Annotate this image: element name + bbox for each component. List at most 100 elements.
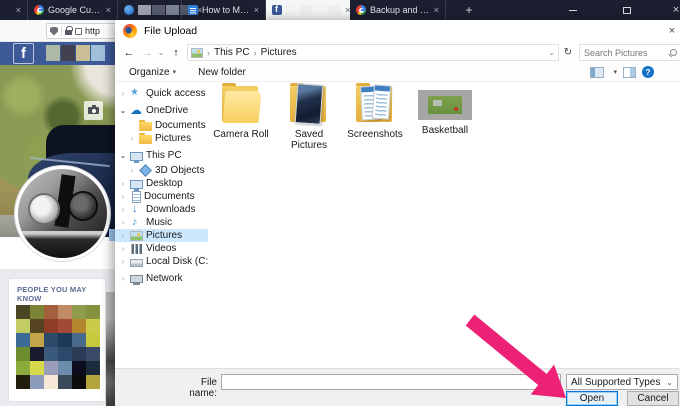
tree-item-network[interactable]: › Network	[115, 272, 208, 285]
tree-label: Network	[146, 273, 183, 284]
blurred-suggested-friend-photo[interactable]	[16, 305, 100, 389]
new-folder-button[interactable]: New folder	[198, 67, 246, 78]
browser-tab-bar: × Google Custom Search × × How to Move P…	[0, 0, 680, 20]
tree-item-local-disk-c[interactable]: › Local Disk (C:)	[115, 255, 208, 268]
tree-item-this-pc[interactable]: ⌄ This PC	[115, 149, 208, 163]
expander-icon[interactable]: ›	[119, 244, 127, 253]
tree-label: Documents	[144, 191, 195, 202]
search-icon	[670, 49, 677, 56]
url-bar[interactable]: http	[46, 23, 118, 39]
address-dropdown-icon[interactable]: ⌄	[548, 48, 555, 57]
tree-item-documents[interactable]: › Documents	[115, 190, 208, 203]
window-maximize-button[interactable]	[610, 0, 644, 20]
tree-item-pictures-selected[interactable]: › Pictures	[115, 229, 208, 242]
file-type-dropdown[interactable]: All Supported Types ⌄	[566, 374, 678, 390]
window-minimize-button[interactable]	[556, 0, 590, 20]
car-headlight-right	[70, 193, 96, 219]
tree-item-downloads[interactable]: › Downloads	[115, 203, 208, 216]
desktop-icon	[130, 179, 143, 191]
tree-item-onedrive-documents[interactable]: Documents	[115, 119, 208, 132]
update-cover-photo-camera-icon[interactable]	[84, 101, 103, 120]
profile-picture[interactable]	[15, 166, 110, 261]
expander-icon[interactable]: ›	[119, 231, 127, 240]
tab-google-custom-search[interactable]: Google Custom Search ×	[28, 0, 118, 20]
dialog-close-icon[interactable]: ×	[665, 25, 679, 37]
tab-partial[interactable]: ×	[0, 0, 28, 20]
cancel-button[interactable]: Cancel	[627, 391, 679, 406]
tab-close-icon[interactable]: ×	[106, 5, 111, 15]
expander-icon[interactable]: ›	[119, 218, 127, 227]
tree-label: Downloads	[146, 204, 196, 215]
chevron-down-icon: ⌄	[666, 377, 673, 387]
tracking-shield-icon[interactable]	[50, 26, 58, 36]
permissions-icon[interactable]	[75, 27, 82, 35]
breadcrumb-this-pc[interactable]: This PC	[214, 47, 250, 58]
search-box[interactable]	[579, 44, 680, 61]
3d-objects-icon	[139, 163, 152, 177]
tab-redacted[interactable]: ×	[118, 0, 202, 20]
expander-icon[interactable]: ›	[119, 257, 127, 266]
new-tab-button[interactable]: +	[456, 0, 482, 20]
back-button[interactable]: ←	[119, 47, 139, 59]
file-name-input[interactable]	[221, 374, 561, 390]
tab-title: Backup and Delete iPhon	[370, 5, 430, 15]
tab-close-icon[interactable]: ×	[16, 5, 21, 15]
documents-icon	[132, 190, 141, 203]
screenshot-stage: × Google Custom Search × × How to Move P…	[0, 0, 680, 406]
preview-pane-icon[interactable]	[623, 66, 636, 78]
folder-with-screens-icon	[353, 82, 397, 126]
search-input[interactable]	[584, 47, 670, 58]
expander-icon[interactable]: ›	[119, 205, 127, 214]
tree-item-desktop[interactable]: › Desktop	[115, 177, 208, 191]
downloads-icon	[130, 203, 143, 216]
recent-locations-dropdown-icon[interactable]: ⌄	[155, 48, 167, 57]
expander-icon[interactable]: ⌄	[119, 106, 127, 115]
dialog-title-bar: File Upload ×	[115, 20, 680, 42]
tree-label: OneDrive	[146, 105, 189, 116]
tree-item-onedrive-pictures[interactable]: › Pictures	[115, 132, 208, 145]
tab-how-to-move-photos[interactable]: How to Move Photos to ×	[182, 0, 266, 20]
file-label: Saved Pictures	[290, 129, 328, 151]
open-button[interactable]: Open	[566, 391, 618, 406]
expander-icon[interactable]: ⌄	[119, 151, 127, 160]
expander-icon[interactable]: ›	[119, 192, 127, 201]
folder-camera-roll[interactable]: Camera Roll	[209, 82, 273, 140]
tab-close-icon[interactable]: ×	[434, 5, 439, 15]
background-photo-sliver	[106, 292, 115, 406]
tab-title: Google Custom Search	[48, 5, 102, 15]
expander-icon[interactable]: ›	[128, 166, 136, 175]
up-button[interactable]: ↑	[167, 47, 185, 59]
image-basketball[interactable]: Basketball	[413, 82, 477, 136]
tree-item-onedrive[interactable]: ⌄ OneDrive	[115, 103, 208, 117]
expander-icon[interactable]: ›	[128, 134, 136, 143]
expander-icon[interactable]: ›	[119, 89, 127, 98]
lock-icon[interactable]	[65, 26, 73, 35]
divider	[61, 26, 62, 36]
file-label: Basketball	[421, 125, 469, 136]
tree-item-music[interactable]: › Music	[115, 216, 208, 229]
tree-item-3d-objects[interactable]: › 3D Objects	[115, 163, 208, 177]
forward-button[interactable]: →	[139, 47, 155, 59]
expander-icon[interactable]: ›	[119, 274, 127, 283]
tab-backup-and-delete[interactable]: Backup and Delete iPhon ×	[350, 0, 446, 20]
redacted-tab-title	[286, 5, 341, 15]
help-icon[interactable]: ?	[642, 66, 654, 78]
folder-saved-pictures[interactable]: Saved Pictures	[277, 82, 341, 151]
folder-screenshots[interactable]: Screenshots	[343, 82, 407, 140]
tree-item-quick-access[interactable]: › Quick access	[115, 87, 208, 100]
view-caret-icon[interactable]: ▾	[613, 68, 617, 76]
refresh-icon[interactable]: ↻	[560, 47, 576, 58]
tab-close-icon[interactable]: ×	[254, 5, 259, 15]
organize-button[interactable]: Organize	[129, 67, 170, 78]
change-view-icon[interactable]	[590, 66, 605, 78]
tree-item-videos[interactable]: › Videos	[115, 242, 208, 255]
facebook-logo[interactable]: f	[13, 43, 34, 64]
window-close-button[interactable]: ×	[664, 0, 680, 20]
breadcrumb-pictures[interactable]: Pictures	[261, 47, 297, 58]
expander-icon[interactable]: ›	[119, 179, 127, 188]
tree-label: Pictures	[155, 133, 192, 144]
tree-label: Documents	[155, 120, 206, 131]
address-breadcrumb-bar[interactable]: › This PC › Pictures ⌄	[187, 44, 559, 61]
file-type-selected: All Supported Types	[571, 376, 661, 388]
tab-facebook-active[interactable]: ×	[266, 0, 350, 20]
